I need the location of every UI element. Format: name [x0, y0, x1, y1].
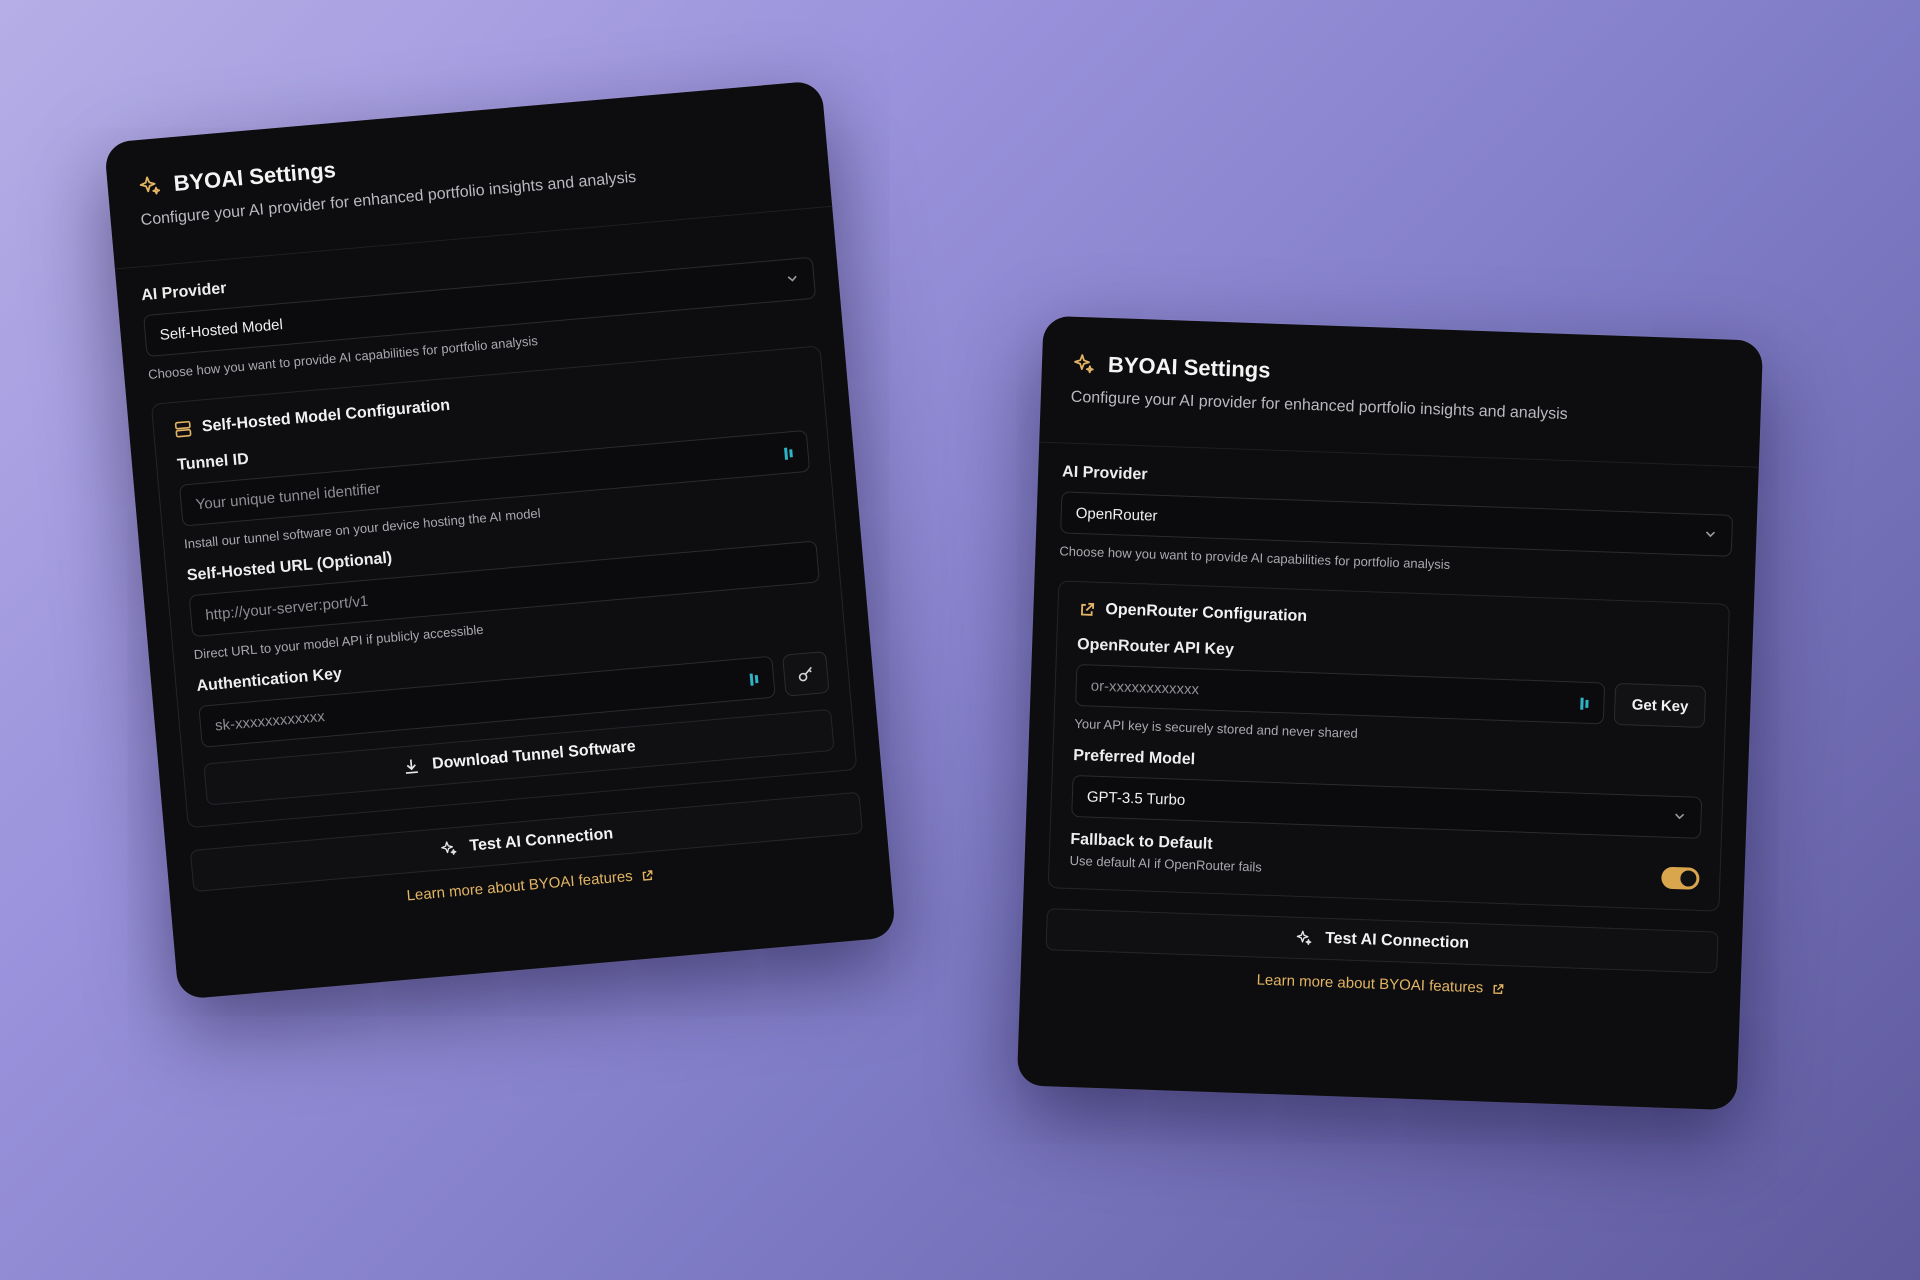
download-tunnel-label: Download Tunnel Software: [431, 738, 637, 773]
chevron-down-icon: [787, 275, 797, 282]
ai-provider-value: Self-Hosted Model: [159, 315, 284, 344]
external-link-icon: [1080, 602, 1095, 616]
api-key-input[interactable]: or-xxxxxxxxxxxx: [1075, 664, 1606, 725]
fallback-hint: Use default AI if OpenRouter fails: [1069, 852, 1263, 875]
test-ai-connection-label: Test AI Connection: [468, 825, 614, 855]
chevron-down-icon: [1675, 813, 1685, 820]
section-title: OpenRouter Configuration: [1105, 601, 1308, 626]
ai-provider-value: OpenRouter: [1075, 504, 1158, 525]
sparkles-icon: [441, 841, 457, 855]
byoai-settings-card-openrouter: BYOAI Settings Configure your AI provide…: [1016, 315, 1764, 1111]
get-key-button[interactable]: Get Key: [1614, 682, 1707, 728]
fallback-label: Fallback to Default: [1070, 830, 1213, 853]
byoai-settings-card-self-hosted: BYOAI Settings Configure your AI provide…: [103, 80, 897, 1000]
sparkles-icon: [1074, 354, 1094, 374]
learn-more-link[interactable]: Learn more about BYOAI features: [1044, 964, 1716, 1004]
sparkles-icon: [139, 176, 161, 195]
chevron-down-icon: [1705, 531, 1716, 538]
self-hosted-url-placeholder: http://your-server:port/v1: [204, 592, 369, 624]
server-icon: [174, 420, 192, 438]
section-title: Self-Hosted Model Configuration: [201, 396, 451, 436]
external-link-icon: [1493, 983, 1504, 994]
api-key-placeholder: or-xxxxxxxxxxxx: [1090, 677, 1200, 698]
external-link-icon: [642, 869, 653, 881]
password-manager-icon[interactable]: [1579, 696, 1592, 712]
download-icon: [405, 759, 418, 774]
auth-key-placeholder: sk-xxxxxxxxxxxx: [214, 707, 326, 735]
openrouter-config-section: OpenRouter Configuration OpenRouter API …: [1047, 580, 1731, 912]
page-title: BYOAI Settings: [1107, 351, 1271, 383]
password-manager-icon[interactable]: [748, 671, 761, 688]
test-ai-connection-button[interactable]: Test AI Connection: [1045, 908, 1719, 974]
password-manager-icon[interactable]: [783, 445, 796, 462]
tunnel-id-placeholder: Your unique tunnel identifier: [194, 479, 382, 513]
preferred-model-select[interactable]: GPT-3.5 Turbo: [1071, 774, 1703, 839]
self-hosted-config-section: Self-Hosted Model Configuration Tunnel I…: [150, 345, 858, 829]
learn-more-label: Learn more about BYOAI features: [405, 867, 634, 905]
card-header: BYOAI Settings Configure your AI provide…: [1039, 315, 1764, 468]
sparkles-icon: [1296, 930, 1312, 945]
generate-key-button[interactable]: [782, 651, 830, 697]
learn-more-label: Learn more about BYOAI features: [1256, 971, 1484, 997]
test-ai-connection-label: Test AI Connection: [1324, 929, 1470, 952]
preferred-model-value: GPT-3.5 Turbo: [1086, 787, 1186, 809]
page-title: BYOAI Settings: [172, 156, 337, 197]
fallback-toggle[interactable]: [1661, 866, 1700, 890]
key-icon: [798, 666, 812, 682]
